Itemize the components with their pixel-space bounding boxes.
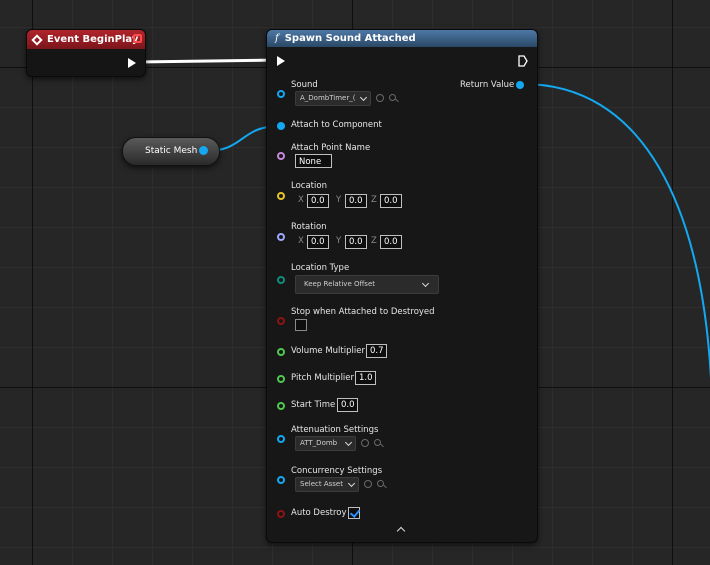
- pitch-multiplier-input[interactable]: 1.0: [355, 371, 376, 385]
- chevron-down-icon: [359, 93, 368, 102]
- exec-out-pin[interactable]: [518, 55, 528, 67]
- function-icon: f: [275, 33, 279, 44]
- attenuation-settings-dropdown[interactable]: ATT_Domb: [295, 436, 356, 451]
- location-label: Location: [291, 181, 327, 191]
- stop-when-attached-checkbox[interactable]: [295, 319, 307, 331]
- sound-pin[interactable]: [277, 90, 285, 98]
- rotation-z-input[interactable]: 0.0: [380, 235, 402, 249]
- stop-when-attached-pin[interactable]: [277, 317, 285, 325]
- attenuation-settings-pin[interactable]: [277, 435, 285, 443]
- start-time-label: Start Time: [291, 400, 336, 410]
- concurrency-settings-label: Concurrency Settings: [291, 466, 383, 476]
- rotation-x-input[interactable]: 0.0: [307, 235, 329, 249]
- location-z-axis: Z: [371, 195, 377, 205]
- location-y-input[interactable]: 0.0: [345, 194, 367, 208]
- function-node-header[interactable]: f Spawn Sound Attached: [267, 30, 537, 47]
- checkmark-icon: [349, 507, 361, 518]
- sound-asset-value: A_DombTimer_(: [300, 94, 356, 102]
- location-type-value: Keep Relative Offset: [304, 280, 376, 288]
- function-node-title: Spawn Sound Attached: [284, 33, 416, 44]
- return-value-label: Return Value: [460, 80, 515, 90]
- location-type-dropdown[interactable]: Keep Relative Offset: [295, 275, 439, 294]
- auto-destroy-checkbox[interactable]: [348, 507, 361, 519]
- chevron-down-icon: [344, 438, 353, 447]
- attenuation-settings-value: ATT_Domb: [300, 439, 338, 447]
- auto-destroy-label: Auto Destroy: [291, 508, 347, 518]
- static-mesh-variable-node[interactable]: Static Mesh: [122, 137, 220, 166]
- attach-point-name-label: Attach Point Name: [291, 143, 371, 153]
- chevron-down-icon: [421, 279, 430, 288]
- use-selected-icon[interactable]: [364, 480, 372, 488]
- rotation-label: Rotation: [291, 222, 327, 232]
- auto-destroy-pin[interactable]: [277, 510, 285, 518]
- start-time-pin[interactable]: [277, 402, 285, 410]
- location-type-label: Location Type: [291, 263, 350, 273]
- rotation-z-axis: Z: [371, 236, 377, 246]
- location-y-axis: Y: [336, 195, 342, 205]
- use-selected-icon[interactable]: [376, 94, 384, 102]
- volume-multiplier-pin[interactable]: [277, 348, 285, 356]
- event-node-header[interactable]: Event BeginPlay: [27, 30, 145, 49]
- event-node-title: Event BeginPlay: [47, 34, 139, 45]
- event-exec-out-pin[interactable]: [128, 58, 136, 68]
- pitch-multiplier-pin[interactable]: [277, 375, 285, 383]
- browse-search-icon[interactable]: [389, 94, 396, 101]
- rotation-y-input[interactable]: 0.0: [345, 235, 367, 249]
- delegate-icon[interactable]: [133, 34, 142, 43]
- concurrency-settings-value: Select Asset: [300, 480, 343, 488]
- exec-wire[interactable]: [136, 58, 279, 64]
- location-x-axis: X: [298, 195, 304, 205]
- stop-when-attached-label: Stop when Attached to Destroyed: [291, 307, 435, 317]
- attach-to-component-label: Attach to Component: [291, 120, 382, 130]
- chevron-down-icon: [347, 479, 356, 488]
- volume-multiplier-label: Volume Multiplier: [291, 346, 365, 356]
- volume-multiplier-input[interactable]: 0.7: [366, 344, 387, 358]
- event-beginplay-node[interactable]: Event BeginPlay: [26, 29, 146, 77]
- attach-point-name-input[interactable]: None: [295, 154, 332, 168]
- rotation-x-axis: X: [298, 236, 304, 246]
- static-mesh-out-pin[interactable]: [199, 146, 208, 155]
- collapse-advanced-icon[interactable]: [396, 526, 406, 536]
- attenuation-settings-label: Attenuation Settings: [291, 425, 379, 435]
- spawn-sound-attached-node[interactable]: f Spawn Sound Attached Return Value Soun…: [266, 29, 538, 543]
- start-time-input[interactable]: 0.0: [337, 398, 358, 412]
- concurrency-settings-pin[interactable]: [277, 476, 285, 484]
- rotation-pin[interactable]: [277, 233, 285, 241]
- sound-label: Sound: [291, 80, 318, 90]
- browse-search-icon[interactable]: [374, 439, 381, 446]
- return-value-pin[interactable]: [516, 81, 524, 89]
- location-pin[interactable]: [277, 192, 285, 200]
- sound-asset-dropdown[interactable]: A_DombTimer_(: [295, 91, 371, 106]
- location-z-input[interactable]: 0.0: [380, 194, 402, 208]
- location-type-pin[interactable]: [277, 276, 285, 284]
- use-selected-icon[interactable]: [361, 439, 369, 447]
- browse-search-icon[interactable]: [377, 480, 384, 487]
- rotation-y-axis: Y: [336, 236, 342, 246]
- return-value-wire[interactable]: [522, 83, 710, 400]
- location-x-input[interactable]: 0.0: [307, 194, 329, 208]
- variable-label: Static Mesh: [145, 146, 198, 156]
- concurrency-settings-dropdown[interactable]: Select Asset: [295, 477, 359, 492]
- attach-point-name-pin[interactable]: [277, 152, 285, 160]
- exec-in-pin[interactable]: [277, 56, 285, 66]
- pitch-multiplier-label: Pitch Multiplier: [291, 373, 355, 383]
- event-diamond-icon: [31, 33, 43, 46]
- attach-to-component-pin[interactable]: [277, 122, 285, 130]
